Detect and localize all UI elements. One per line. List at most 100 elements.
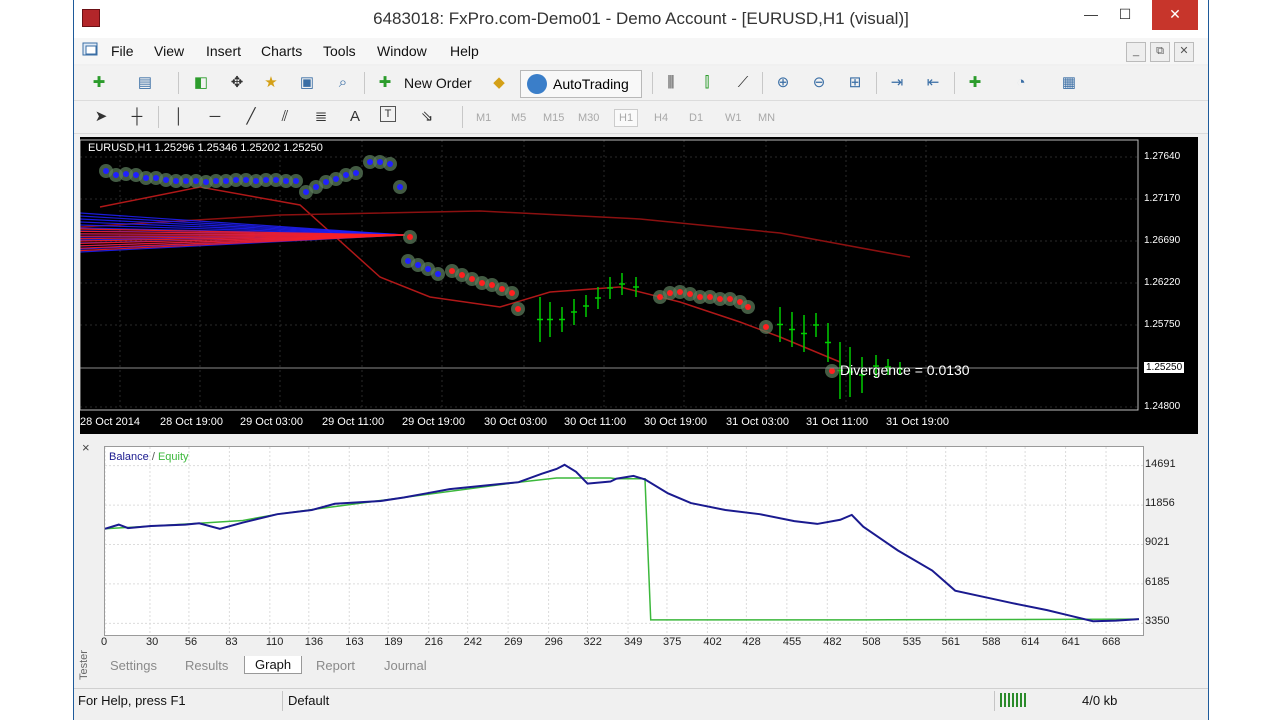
new-order-button[interactable]: New Order <box>404 75 472 91</box>
new-chart-icon[interactable]: ✚ <box>88 72 110 94</box>
price-chart-canvas[interactable] <box>80 137 1198 434</box>
graph-x-tick: 216 <box>424 636 444 648</box>
maximize-button[interactable]: ☐ <box>1108 0 1142 30</box>
menu-help[interactable]: Help <box>450 43 479 59</box>
line-chart-icon[interactable]: ⟋ <box>732 72 754 94</box>
autotrading-button[interactable]: AutoTrading <box>520 70 642 98</box>
minimize-button[interactable]: — <box>1074 0 1108 30</box>
mdi-restore-button[interactable]: ⧉ <box>1150 42 1170 62</box>
sell-marker <box>489 282 495 288</box>
sell-marker <box>459 272 465 278</box>
mdi-minimize-button[interactable]: _ <box>1126 42 1146 62</box>
tf-mn[interactable]: MN <box>758 112 775 124</box>
chart-symbol-header: EURUSD,H1 1.25296 1.25346 1.25202 1.2525… <box>88 142 323 154</box>
periods-icon[interactable]: ◔ <box>1010 72 1032 94</box>
new-order-icon[interactable]: ✚ <box>374 72 396 94</box>
time-tick: 31 Oct 11:00 <box>806 416 869 428</box>
tester-close-button[interactable]: × <box>82 440 90 455</box>
candlestick-icon[interactable]: ⫿ <box>696 72 718 94</box>
tf-m15[interactable]: M15 <box>543 112 564 124</box>
channel-icon[interactable]: ⫽ <box>274 106 296 128</box>
navigator-icon[interactable]: ✥ <box>226 72 248 94</box>
mdi-close-button[interactable]: ✕ <box>1174 42 1194 62</box>
tf-m30[interactable]: M30 <box>578 112 599 124</box>
graph-x-tick: 535 <box>902 636 922 648</box>
fibonacci-icon[interactable]: ≣ <box>310 106 332 128</box>
strategy-tester-icon[interactable]: ⌕ <box>332 72 354 94</box>
close-button[interactable]: ✕ <box>1152 0 1198 30</box>
graph-x-tick: 561 <box>941 636 961 648</box>
bar-chart-icon[interactable]: ⫼ <box>660 72 682 94</box>
buy-marker <box>223 178 229 184</box>
tab-settings[interactable]: Settings <box>110 658 157 673</box>
chart-window-icon[interactable] <box>82 42 100 58</box>
indicators-icon[interactable]: ✚ <box>964 72 986 94</box>
market-watch-icon[interactable]: ◧ <box>190 72 212 94</box>
buy-marker <box>367 159 373 165</box>
text-label-tool[interactable]: T <box>380 106 396 122</box>
sell-marker <box>479 280 485 286</box>
graph-x-tick: 482 <box>823 636 842 648</box>
templates-icon[interactable]: ▦ <box>1058 72 1080 94</box>
time-tick: 31 Oct 19:00 <box>886 416 949 428</box>
tf-h4[interactable]: H4 <box>654 112 668 124</box>
graph-x-tick: 0 <box>101 636 108 648</box>
drawing-toolbar: ➤ ┼ │ ─ ╱ ⫽ ≣ A T ⇘ M1 M5 M15 M30 H1 H4 … <box>74 101 1208 134</box>
tf-m1[interactable]: M1 <box>476 112 491 124</box>
data-window-icon[interactable]: ★ <box>260 72 282 94</box>
title-bar[interactable]: 6483018: FxPro.com-Demo01 - Demo Account… <box>74 0 1208 38</box>
chart-shift-icon[interactable]: ⇥ <box>886 72 908 94</box>
buy-marker <box>387 161 393 167</box>
vertical-line-icon[interactable]: │ <box>168 106 190 128</box>
menu-charts[interactable]: Charts <box>261 43 302 59</box>
graph-x-tick: 402 <box>703 636 722 648</box>
buy-marker <box>183 178 189 184</box>
tf-d1[interactable]: D1 <box>689 112 703 124</box>
menu-insert[interactable]: Insert <box>206 43 241 59</box>
sell-marker <box>727 296 733 302</box>
price-chart[interactable]: EURUSD,H1 1.25296 1.25346 1.25202 1.2525… <box>80 137 1198 434</box>
crosshair-icon[interactable]: ┼ <box>126 106 148 128</box>
buy-marker <box>313 184 319 190</box>
price-tick: 1.26220 <box>1144 277 1181 288</box>
graph-y-tick: 6185 <box>1145 575 1170 588</box>
buy-marker <box>123 171 129 177</box>
terminal-icon[interactable]: ▣ <box>296 72 318 94</box>
balance-graph-canvas <box>105 447 1143 635</box>
tf-w1[interactable]: W1 <box>725 112 742 124</box>
graph-x-tick: 455 <box>782 636 802 648</box>
tf-h1[interactable]: H1 <box>614 109 639 127</box>
menu-window[interactable]: Window <box>377 43 427 59</box>
zoom-in-icon[interactable]: ⊕ <box>772 72 794 94</box>
cursor-icon[interactable]: ➤ <box>90 106 112 128</box>
tab-journal[interactable]: Journal <box>384 658 427 673</box>
status-profile: Default <box>288 693 330 708</box>
menu-tools[interactable]: Tools <box>323 43 356 59</box>
menu-view[interactable]: View <box>154 43 184 59</box>
tab-report[interactable]: Report <box>316 658 355 673</box>
graph-x-tick: 614 <box>1021 636 1040 648</box>
metaeditor-icon[interactable]: ◆ <box>488 72 510 94</box>
time-tick: 28 Oct 19:00 <box>160 416 223 428</box>
text-tool[interactable]: A <box>344 106 366 128</box>
arrows-icon[interactable]: ⇘ <box>416 106 438 128</box>
sell-marker <box>745 304 751 310</box>
balance-graph: Balance / Equity <box>104 446 1144 636</box>
trendline-icon[interactable]: ╱ <box>240 106 262 128</box>
buy-marker <box>233 177 239 183</box>
sell-marker <box>515 306 521 312</box>
tile-windows-icon[interactable]: ⊞ <box>844 72 866 94</box>
tf-m5[interactable]: M5 <box>511 112 526 124</box>
buy-marker <box>397 184 403 190</box>
legend-balance: Balance <box>109 451 149 463</box>
tab-graph[interactable]: Graph <box>244 656 303 674</box>
tab-results[interactable]: Results <box>185 658 228 673</box>
time-tick: 30 Oct 11:00 <box>564 416 627 428</box>
menu-file[interactable]: File <box>111 43 134 59</box>
autoscroll-icon[interactable]: ⇤ <box>922 72 944 94</box>
terminal-window: 6483018: FxPro.com-Demo01 - Demo Account… <box>73 0 1209 720</box>
profiles-icon[interactable]: ▤ <box>134 72 156 94</box>
sell-marker <box>697 294 703 300</box>
zoom-out-icon[interactable]: ⊖ <box>808 72 830 94</box>
horizontal-line-icon[interactable]: ─ <box>204 106 226 128</box>
